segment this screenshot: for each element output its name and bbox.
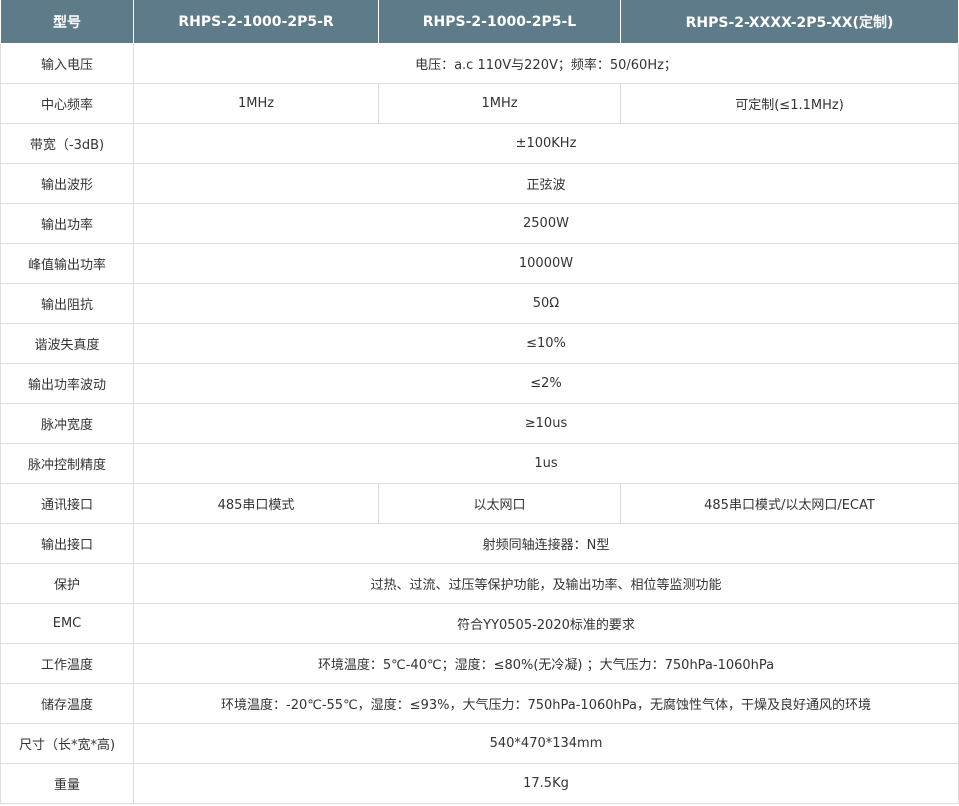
table-row: 保护 过热、过流、过压等保护功能，及输出功率、相位等监测功能 xyxy=(0,563,959,604)
header-rhps-custom: RHPS-2-XXXX-2P5-XX(定制) xyxy=(620,0,959,44)
header-model: 型号 xyxy=(0,0,134,44)
row-value: 1MHz xyxy=(378,83,621,124)
row-label: 重量 xyxy=(0,763,134,804)
row-label: 通讯接口 xyxy=(0,483,134,524)
row-value: 电压：a.c 110V与220V；频率：50/60Hz； xyxy=(133,43,959,84)
row-value: 540*470*134mm xyxy=(133,723,959,764)
row-value: 可定制(≤1.1MHz) xyxy=(620,83,959,124)
row-label: 脉冲控制精度 xyxy=(0,443,134,484)
table-row: 脉冲宽度 ≥10us xyxy=(0,403,959,444)
header-rhps-r: RHPS-2-1000-2P5-R xyxy=(133,0,379,44)
row-value: 485串口模式 xyxy=(133,483,379,524)
row-value: 过热、过流、过压等保护功能，及输出功率、相位等监测功能 xyxy=(133,563,959,604)
table-row: 工作温度 环境温度：5℃-40℃；湿度：≤80%(无冷凝) ；大气压力：750h… xyxy=(0,643,959,684)
row-label: 工作温度 xyxy=(0,643,134,684)
table-row: 输入电压 电压：a.c 110V与220V；频率：50/60Hz； xyxy=(0,43,959,84)
row-label: 保护 xyxy=(0,563,134,604)
row-value: 1MHz xyxy=(133,83,379,124)
row-label: 中心频率 xyxy=(0,83,134,124)
row-value: 环境温度：5℃-40℃；湿度：≤80%(无冷凝) ；大气压力：750hPa-10… xyxy=(133,643,959,684)
table-row: 输出波形 正弦波 xyxy=(0,163,959,204)
table-row: 输出功率 2500W xyxy=(0,203,959,244)
table-row: 中心频率 1MHz 1MHz 可定制(≤1.1MHz) xyxy=(0,83,959,124)
row-label: 输入电压 xyxy=(0,43,134,84)
spec-table: 型号 RHPS-2-1000-2P5-R RHPS-2-1000-2P5-L R… xyxy=(0,0,959,804)
table-row: 通讯接口 485串口模式 以太网口 485串口模式/以太网口/ECAT xyxy=(0,483,959,524)
row-value: 正弦波 xyxy=(133,163,959,204)
row-value: ≥10us xyxy=(133,403,959,444)
row-value: 2500W xyxy=(133,203,959,244)
table-row: 输出接口 射频同轴连接器：N型 xyxy=(0,523,959,564)
row-value: 1us xyxy=(133,443,959,484)
row-label: 脉冲宽度 xyxy=(0,403,134,444)
table-row: 峰值输出功率 10000W xyxy=(0,243,959,284)
table-row: 输出阻抗 50Ω xyxy=(0,283,959,324)
row-label: 储存温度 xyxy=(0,683,134,724)
row-value: 10000W xyxy=(133,243,959,284)
row-label: 输出波形 xyxy=(0,163,134,204)
table-row: 谐波失真度 ≤10% xyxy=(0,323,959,364)
row-value: 以太网口 xyxy=(378,483,621,524)
row-label: 输出接口 xyxy=(0,523,134,564)
row-label: EMC xyxy=(0,603,134,644)
header-rhps-l: RHPS-2-1000-2P5-L xyxy=(378,0,621,44)
row-value: ±100KHz xyxy=(133,123,959,164)
row-label: 谐波失真度 xyxy=(0,323,134,364)
table-row: 尺寸（长*宽*高) 540*470*134mm xyxy=(0,723,959,764)
row-value: 17.5Kg xyxy=(133,763,959,804)
row-label: 峰值输出功率 xyxy=(0,243,134,284)
row-value: 射频同轴连接器：N型 xyxy=(133,523,959,564)
row-label: 输出阻抗 xyxy=(0,283,134,324)
row-value: 485串口模式/以太网口/ECAT xyxy=(620,483,959,524)
row-label: 带宽（-3dB) xyxy=(0,123,134,164)
row-value: ≤2% xyxy=(133,363,959,404)
row-value: 50Ω xyxy=(133,283,959,324)
table-row: 带宽（-3dB) ±100KHz xyxy=(0,123,959,164)
table-row: 重量 17.5Kg xyxy=(0,763,959,804)
row-label: 尺寸（长*宽*高) xyxy=(0,723,134,764)
table-row: EMC 符合YY0505-2020标准的要求 xyxy=(0,603,959,644)
row-label: 输出功率波动 xyxy=(0,363,134,404)
table-row: 储存温度 环境温度：-20℃-55℃，湿度：≤93%，大气压力：750hPa-1… xyxy=(0,683,959,724)
row-value: 符合YY0505-2020标准的要求 xyxy=(133,603,959,644)
table-row: 输出功率波动 ≤2% xyxy=(0,363,959,404)
header-row: 型号 RHPS-2-1000-2P5-R RHPS-2-1000-2P5-L R… xyxy=(0,0,959,44)
table-row: 脉冲控制精度 1us xyxy=(0,443,959,484)
row-value: 环境温度：-20℃-55℃，湿度：≤93%，大气压力：750hPa-1060hP… xyxy=(133,683,959,724)
row-label: 输出功率 xyxy=(0,203,134,244)
row-value: ≤10% xyxy=(133,323,959,364)
